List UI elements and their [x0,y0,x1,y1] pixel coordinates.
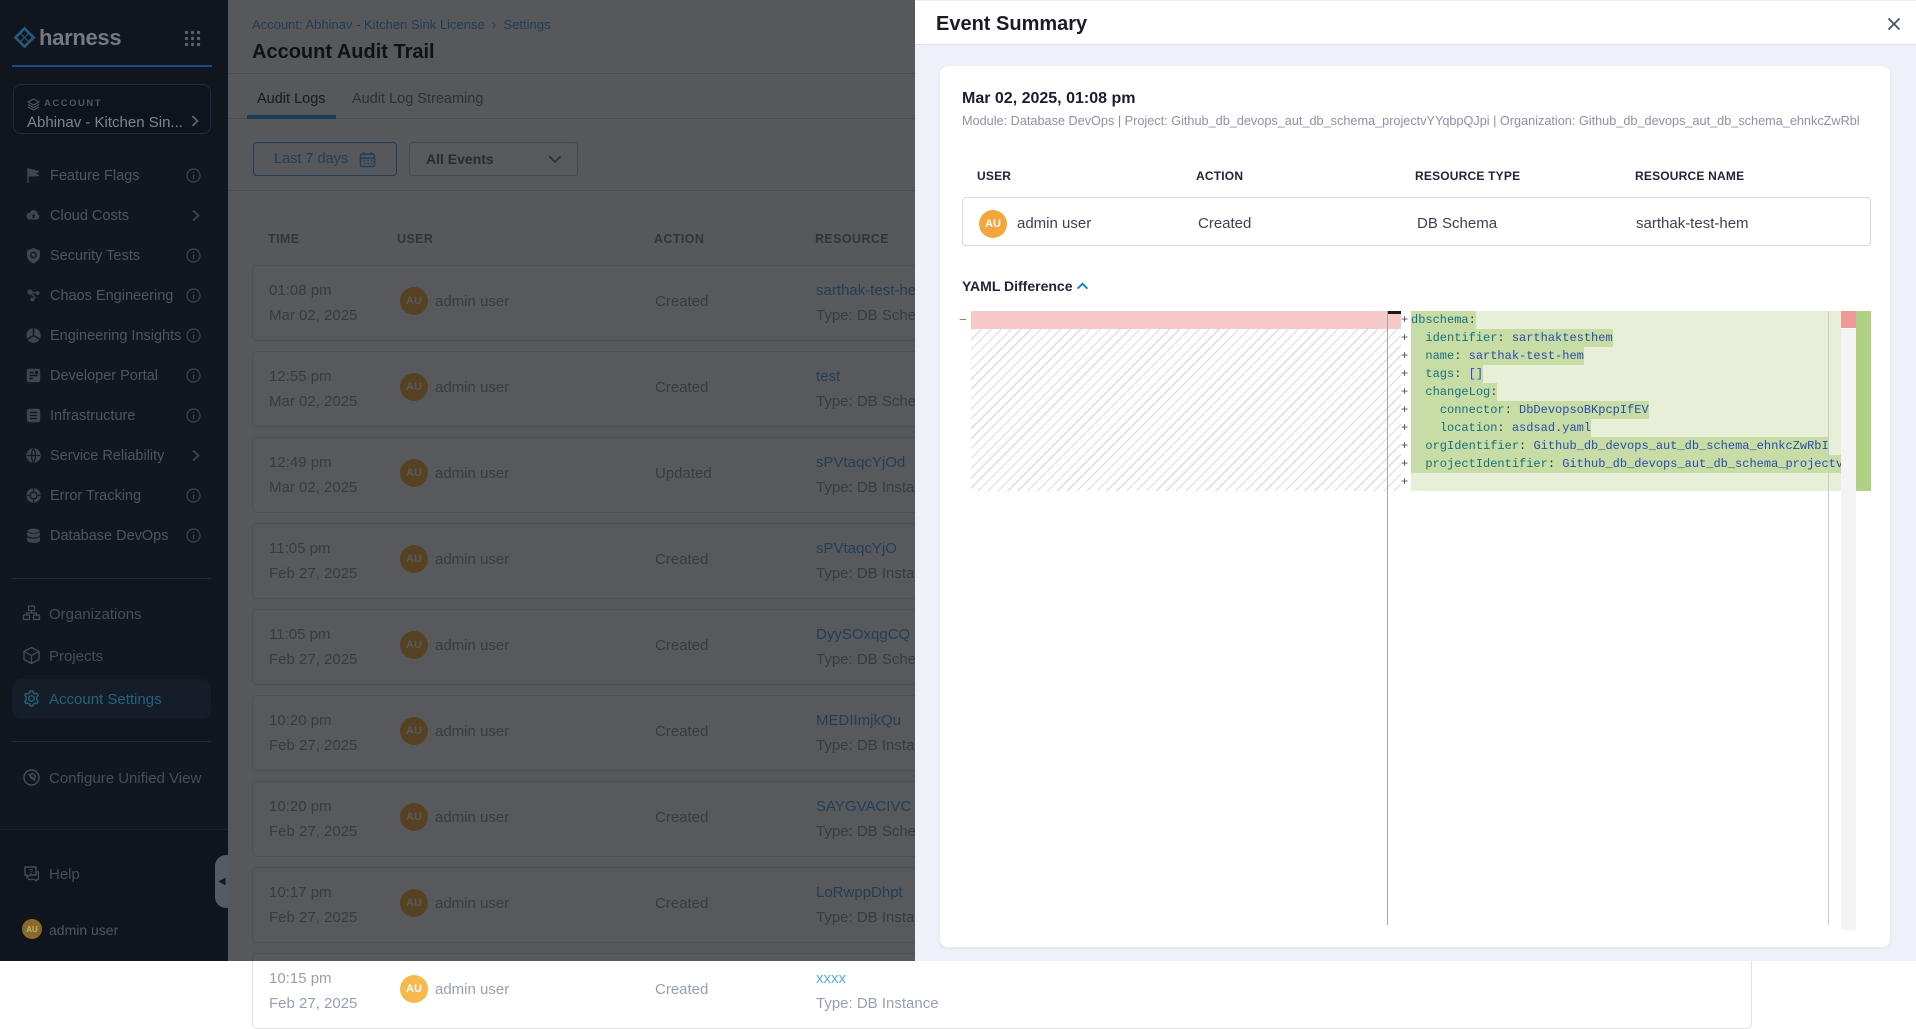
svg-text:?: ? [29,869,33,876]
